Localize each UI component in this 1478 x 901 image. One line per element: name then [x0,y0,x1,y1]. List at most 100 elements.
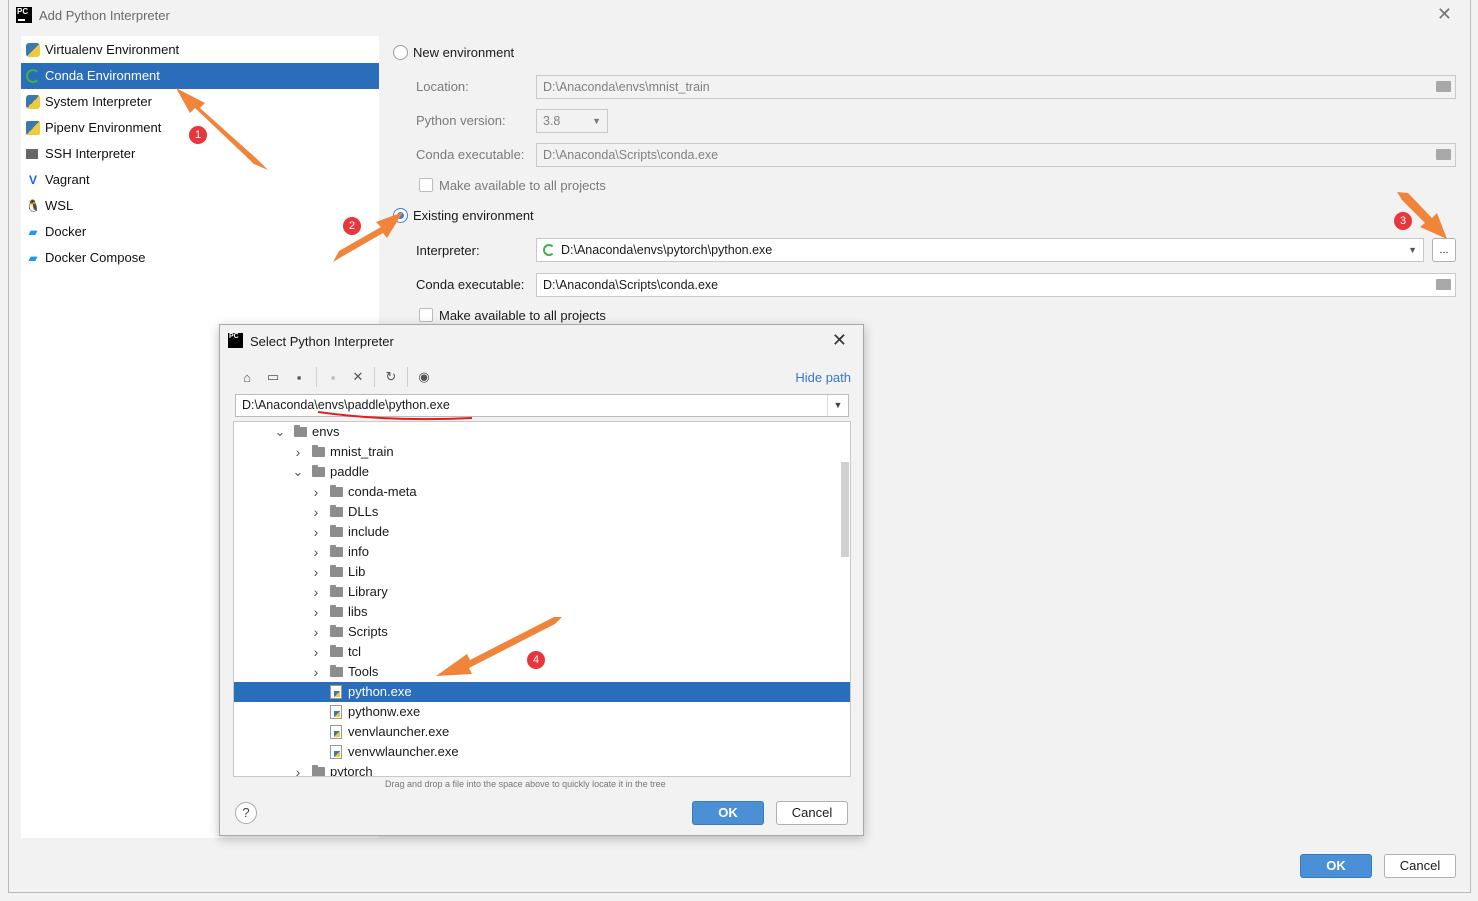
chevron-down-icon[interactable]: ▼ [827,395,848,416]
toolbar-separator [374,367,375,387]
tree-folder-item[interactable]: ⌄ paddle [234,462,850,482]
tree-folder-item[interactable]: › Lib [234,562,850,582]
chevron-right-icon[interactable]: › [310,662,322,682]
folder-icon [330,605,343,617]
chevron-down-icon[interactable]: ⌄ [292,462,304,482]
tree-item-label: venvwlauncher.exe [348,744,459,759]
close-icon[interactable]: ✕ [832,330,847,351]
close-icon[interactable]: ✕ [1437,4,1452,25]
conda-executable-field[interactable]: D:\Anaconda\Scripts\conda.exe [536,273,1456,297]
sidebar-item-virtualenv-environment[interactable]: Virtualenv Environment [21,37,379,63]
chevron-right-icon[interactable]: › [310,642,322,662]
sidebar-item-system-interpreter[interactable]: System Interpreter [21,89,379,115]
folder-icon [330,645,343,657]
tree-file-item[interactable]: pythonw.exe [234,702,850,722]
chevron-right-icon[interactable]: › [310,602,322,622]
chevron-right-icon[interactable]: › [310,582,322,602]
toolbar-separator [407,367,408,387]
chevron-right-icon[interactable]: › [310,542,322,562]
chevron-right-icon[interactable]: › [310,522,322,542]
tree-file-item[interactable]: python.exe [234,682,850,702]
tree-folder-item[interactable]: › pytorch [234,762,850,777]
sidebar-item-conda-environment[interactable]: Conda Environment [21,63,379,89]
new-folder-icon[interactable]: ▪ [325,369,341,385]
sidebar-item-docker[interactable]: ▰ Docker [21,219,379,245]
python-icon [26,95,40,109]
ok-button[interactable]: OK [1300,854,1372,878]
home-icon[interactable]: ⌂ [239,369,255,385]
existing-environment-radio[interactable] [393,208,408,223]
tree-folder-item[interactable]: › mnist_train [234,442,850,462]
interpreter-value: D:\Anaconda\envs\pytorch\python.exe [561,243,773,257]
tree-item-label: pytorch [330,764,373,777]
project-folder-icon[interactable]: ▪ [291,369,307,385]
browse-interpreter-button[interactable]: ... [1432,238,1456,262]
chevron-right-icon[interactable]: › [310,502,322,522]
folder-icon [294,425,307,437]
tree-scrollbar[interactable] [841,462,849,557]
tree-folder-item[interactable]: › DLLs [234,502,850,522]
toolbar-separator [316,367,317,387]
delete-icon[interactable]: ✕ [350,369,366,385]
tree-folder-item[interactable]: › info [234,542,850,562]
chevron-down-icon: ▼ [1408,245,1417,255]
folder-icon[interactable] [1436,149,1451,160]
sidebar-item-label: Vagrant [45,172,90,187]
path-input[interactable]: D:\Anaconda\envs\paddle\python.exe ▼ [235,394,849,417]
chevron-down-icon[interactable]: ⌄ [274,422,286,442]
docker-icon: ▰ [28,225,38,239]
chevron-right-icon[interactable]: › [310,482,322,502]
file-tree[interactable]: ⌄ envs › mnist_train ⌄ paddle › conda-meta › DLLs… [233,421,851,777]
annotation-badge-3: 3 [1394,212,1412,230]
make-available-checkbox-new[interactable] [419,178,433,192]
help-button[interactable]: ? [235,802,257,824]
docker-compose-icon: ▰ [28,251,38,265]
conda-executable-field-new[interactable]: D:\Anaconda\Scripts\conda.exe [536,143,1456,167]
hide-path-link[interactable]: Hide path [795,370,851,385]
folder-icon[interactable] [1436,279,1451,290]
sidebar-item-wsl[interactable]: 🐧 WSL [21,193,379,219]
folder-icon [312,465,325,477]
chevron-right-icon[interactable]: › [292,442,304,462]
python-file-icon [330,705,342,719]
tree-folder-item[interactable]: › libs [234,602,850,622]
show-hidden-icon[interactable]: ◉ [416,369,432,385]
sidebar-item-docker-compose[interactable]: ▰ Docker Compose [21,245,379,271]
interpreter-select[interactable]: D:\Anaconda\envs\pytorch\python.exe ▼ [536,238,1424,262]
make-available-checkbox[interactable] [419,308,433,322]
desktop-icon[interactable]: ▭ [265,369,281,385]
folder-icon [330,485,343,497]
chevron-right-icon[interactable]: › [310,562,322,582]
dialog-ok-button[interactable]: OK [692,801,764,825]
chevron-right-icon[interactable]: › [310,622,322,642]
tree-file-item[interactable]: venvwlauncher.exe [234,742,850,762]
cancel-button[interactable]: Cancel [1384,854,1456,878]
tree-folder-item[interactable]: › include [234,522,850,542]
tree-item-label: venvlauncher.exe [348,724,450,739]
dialog-title: Select Python Interpreter [250,334,394,349]
dialog-cancel-button[interactable]: Cancel [776,801,848,825]
sidebar-item-vagrant[interactable]: V Vagrant [21,167,379,193]
folder-icon[interactable] [1436,81,1451,92]
tree-folder-item[interactable]: › Library [234,582,850,602]
sidebar-item-label: Pipenv Environment [45,120,162,135]
tree-item-label: libs [348,604,368,619]
folder-icon [312,445,325,457]
new-environment-radio[interactable] [393,45,408,60]
sidebar-item-ssh-interpreter[interactable]: SSH Interpreter [21,141,379,167]
tree-item-label: Tools [348,664,379,679]
tree-folder-item[interactable]: › Scripts [234,622,850,642]
python-version-select[interactable]: 3.8 ▼ [536,109,608,133]
tree-folder-item[interactable]: › conda-meta [234,482,850,502]
sidebar-item-label: WSL [45,198,74,213]
tree-item-label: envs [312,424,340,439]
tree-file-item[interactable]: venvlauncher.exe [234,722,850,742]
tree-folder-item[interactable]: ⌄ envs [234,422,850,442]
python-file-icon [330,685,342,699]
refresh-icon[interactable]: ↻ [383,369,399,385]
location-field[interactable]: D:\Anaconda\envs\mnist_train [536,75,1456,99]
chevron-right-icon[interactable]: › [292,762,304,776]
python-file-icon [330,745,342,759]
annotation-badge-4: 4 [527,651,545,669]
tree-item-label: pythonw.exe [348,704,421,719]
